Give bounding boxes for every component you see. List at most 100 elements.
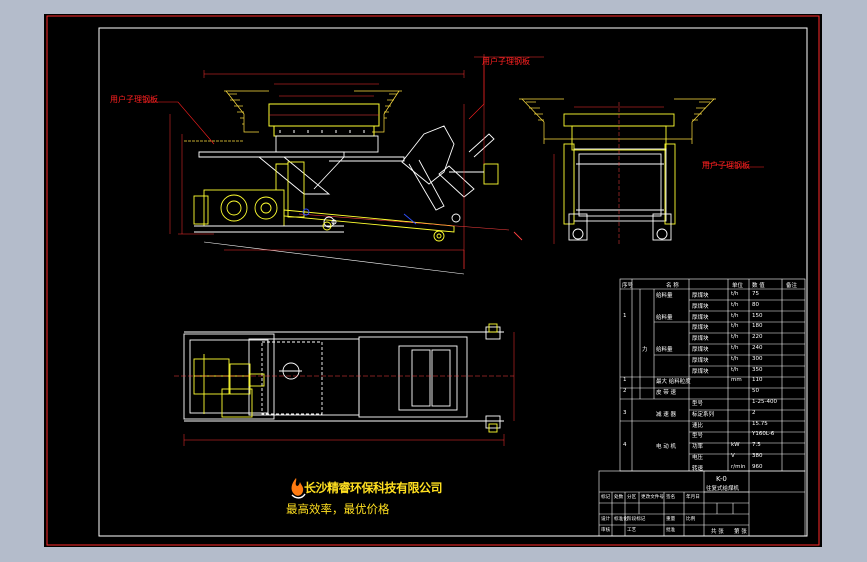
title-block-label: 审核 — [601, 528, 611, 533]
title-block-label: 年月日 — [686, 495, 700, 500]
spec-row-unit: r/min — [731, 463, 746, 470]
spec-row-spec: 厚煤块 — [692, 368, 709, 375]
title-block-label: 处数 — [614, 495, 624, 500]
spec-row-spec: 厚煤块 — [692, 357, 709, 364]
spec-row-item: 给料量 — [656, 347, 673, 353]
cad-drawing — [46, 15, 820, 546]
side-view — [144, 54, 544, 275]
title-block-label: 标记 — [601, 495, 611, 500]
spec-row-value: Y160L-6 — [752, 431, 775, 438]
spec-header-cell: 备注 — [786, 283, 798, 289]
feeder-body — [198, 135, 405, 195]
spec-row-value: 180 — [752, 323, 763, 330]
spec-row-unit: t/h — [731, 366, 739, 373]
side-dimensions — [169, 54, 544, 269]
spec-row-item: 减 速 器 — [656, 411, 676, 418]
spec-header-cell: 单位 — [732, 283, 744, 289]
title-block-label: 设计 — [601, 517, 611, 522]
spec-row-unit: V — [731, 453, 735, 459]
spec-row-unit: t/h — [731, 323, 739, 330]
spec-row-item: 电 动 机 — [656, 444, 676, 451]
drawing-title: K-0 — [716, 475, 727, 483]
steel-plate-note-left: 用户子理钢板 — [110, 95, 158, 104]
spec-row-spec: 厚煤块 — [692, 303, 709, 310]
spec-row-unit: t/h — [731, 291, 739, 297]
sheet-outer-frame — [46, 15, 820, 546]
spec-row-name: 力 — [642, 347, 648, 353]
spec-row-value: 960 — [752, 463, 763, 470]
company-slogan: 最高效率，最优价格 — [286, 502, 390, 516]
discharge-chute — [302, 125, 523, 242]
plan-structure — [183, 323, 504, 433]
sheet-total-label: 共 张 — [711, 529, 724, 535]
drawing-subtitle: 往复式给煤机 — [706, 486, 740, 492]
end-pit-hatch — [519, 98, 716, 144]
spec-row-item: 皮 带 速 — [656, 390, 676, 397]
spec-row-value: 380 — [752, 453, 763, 459]
title-block-label: 比例 — [686, 517, 696, 522]
spec-row-unit: kW — [731, 442, 740, 449]
title-block-label: 分区 — [627, 495, 637, 500]
note-leaders — [144, 62, 485, 145]
spec-row-spec: 转速 — [692, 465, 704, 472]
plan-view — [174, 323, 515, 446]
spec-row-value: 1-25-400 — [752, 399, 777, 405]
hopper — [268, 103, 380, 137]
spec-row-spec: 厚煤块 — [692, 325, 709, 332]
spec-header-cell: 序号 — [622, 283, 634, 289]
spec-row-unit: t/h — [731, 301, 739, 308]
spec-header-cell: 名 称 — [666, 283, 679, 289]
title-block-label: 工艺 — [627, 528, 637, 533]
spec-row-value: 110 — [752, 377, 763, 384]
spec-row-value: 2 — [752, 409, 756, 416]
spec-row-no: 4 — [623, 442, 627, 449]
title-block-label: 签名 — [666, 495, 676, 500]
spec-row-no: 1 — [623, 312, 627, 319]
spec-row-value: 15.75 — [752, 420, 768, 427]
spec-row-value: 220 — [752, 334, 763, 341]
spec-row-unit: t/h — [731, 345, 739, 351]
spec-row-value: 50 — [752, 388, 759, 395]
spec-row-item: 最大 给料粒度 — [656, 379, 691, 386]
spec-row-no: 1 — [623, 377, 627, 384]
title-block-label: 批准 — [666, 528, 676, 533]
spec-row-spec: 速比 — [692, 422, 704, 429]
spec-row-value: 300 — [752, 355, 763, 362]
base-frame — [194, 209, 510, 275]
end-frame — [563, 102, 676, 244]
title-block-label: 重量 — [666, 517, 676, 522]
spec-row-spec: 厚煤块 — [692, 314, 709, 321]
spec-row-spec: 型号 — [692, 433, 704, 440]
spec-row-value: 350 — [752, 366, 763, 373]
spec-row-spec: 标定系列 — [692, 411, 715, 418]
spec-row-item: 给料量 — [656, 293, 673, 299]
steel-plate-note-end: 用户子理钢板 — [702, 161, 750, 170]
spec-row-value: 75 — [752, 291, 759, 297]
flame-logo-icon — [291, 478, 306, 499]
spec-row-item: 给料量 — [656, 314, 673, 321]
spec-row-no: 3 — [623, 409, 627, 416]
spec-row-spec: 厚煤块 — [692, 336, 709, 343]
spec-header-cell: 数 值 — [752, 283, 765, 289]
pit-hatch — [184, 90, 402, 142]
spec-row-unit: t/h — [731, 312, 739, 319]
spec-row-spec: 厚煤块 — [692, 293, 709, 299]
title-block-label: 标准化 — [614, 517, 628, 522]
company-name: 长沙精睿环保科技有限公司 — [304, 481, 443, 495]
spec-table-grid — [619, 278, 806, 472]
viewport: 用户子理钢板 用户子理钢板 用户子理钢板 长沙精睿环保科技有限公司 最高效率，最… — [0, 0, 867, 562]
plan-drive — [193, 354, 302, 418]
spec-row-no: 2 — [623, 388, 627, 395]
spec-row-value: 80 — [752, 301, 759, 308]
spec-row-spec: 厚煤块 — [692, 347, 709, 353]
drawing-canvas[interactable]: 用户子理钢板 用户子理钢板 用户子理钢板 长沙精睿环保科技有限公司 最高效率，最… — [44, 14, 822, 547]
spec-row-spec: 电压 — [692, 455, 704, 461]
spec-row-unit: t/h — [731, 355, 739, 362]
title-block-label: 阶段标记 — [627, 517, 646, 522]
sheet-number-label: 第 张 — [734, 529, 747, 535]
spec-row-unit: mm — [731, 377, 742, 384]
end-dimensions — [553, 106, 664, 244]
steel-plate-note-top: 用户子理钢板 — [482, 57, 530, 66]
spec-row-spec: 功率 — [692, 444, 704, 451]
spec-row-value: 7.5 — [752, 442, 761, 449]
